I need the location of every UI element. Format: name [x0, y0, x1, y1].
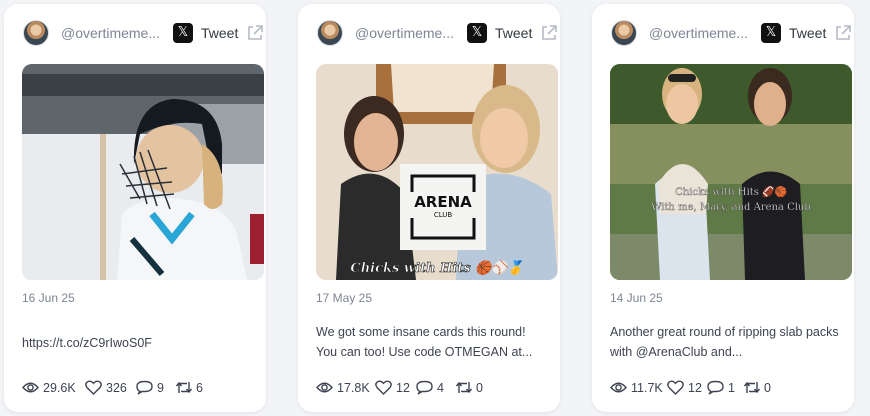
tweet-stats: 29.6K 326 9 6	[22, 379, 262, 397]
tweet-media-image[interactable]	[22, 64, 264, 280]
retweets-count: 0	[764, 381, 771, 395]
external-link-icon	[836, 25, 851, 40]
likes-count: 326	[106, 381, 127, 395]
card-header: @overtimeme... 𝕏 Tweet	[23, 18, 263, 48]
tweet-label: Tweet	[789, 25, 827, 41]
avatar[interactable]	[317, 20, 343, 46]
external-link-icon	[248, 25, 263, 40]
eye-icon	[22, 382, 39, 393]
likes-count: 12	[396, 381, 410, 395]
tweet-label: Tweet	[201, 25, 239, 41]
comment-icon	[136, 380, 153, 395]
likes-stat[interactable]: 12	[667, 379, 703, 397]
tweet-card[interactable]: @overtimeme... 𝕏 Tweet ARENA CLUB Chicks…	[298, 4, 560, 412]
replies-count: 4	[437, 381, 444, 395]
tweet-stats: 11.7K 12 1 0	[610, 379, 850, 397]
views-stat: 17.8K	[316, 379, 371, 397]
eye-icon	[316, 382, 333, 393]
tweet-media-image[interactable]: Chicks with Hits 🏈🏀 With me, Mary, and A…	[610, 64, 852, 280]
x-logo-icon: 𝕏	[761, 23, 781, 43]
x-logo-icon: 𝕏	[173, 23, 193, 43]
retweets-stat[interactable]: 0	[455, 379, 491, 397]
replies-count: 1	[728, 381, 735, 395]
media-caption-line2: With me, Mary, and Arena Club	[651, 202, 811, 213]
card-header: @overtimeme... 𝕏 Tweet	[611, 18, 851, 48]
avatar[interactable]	[23, 20, 49, 46]
media-caption-line1: Chicks with Hits 🏈🏀	[675, 185, 787, 198]
retweets-stat[interactable]: 0	[743, 379, 779, 397]
tweet-stats: 17.8K 12 4 0	[316, 379, 556, 397]
replies-stat[interactable]: 9	[136, 379, 172, 397]
retweet-icon	[175, 381, 193, 394]
replies-stat[interactable]: 1	[707, 379, 737, 397]
x-logo-icon: 𝕏	[467, 23, 487, 43]
external-link-icon	[542, 25, 557, 40]
views-stat: 11.7K	[610, 379, 663, 397]
views-stat: 29.6K	[22, 379, 82, 397]
tweet-date: 16 Jun 25	[22, 291, 75, 305]
likes-stat[interactable]: 12	[375, 379, 411, 397]
likes-count: 12	[688, 381, 702, 395]
tweet-date: 17 May 25	[316, 291, 373, 305]
heart-icon	[375, 380, 392, 395]
comment-icon	[416, 380, 433, 395]
replies-count: 9	[157, 381, 164, 395]
tweet-date: 14 Jun 25	[610, 291, 663, 305]
tweet-link-button[interactable]: 𝕏 Tweet	[467, 21, 557, 45]
replies-stat[interactable]: 4	[416, 379, 450, 397]
views-count: 17.8K	[337, 381, 370, 395]
tweet-card[interactable]: @overtimeme... 𝕏 Tweet 16 Jun 25 https:/…	[4, 4, 266, 412]
tweet-media-image[interactable]: ARENA CLUB Chicks with Hits 🏀⚾🥇	[316, 64, 558, 280]
retweets-count: 0	[476, 381, 483, 395]
likes-stat[interactable]: 326	[85, 379, 130, 397]
eye-icon	[610, 382, 627, 393]
tweet-card[interactable]: @overtimeme... 𝕏 Tweet Chicks with Hits …	[592, 4, 854, 412]
tweet-text[interactable]: We got some insane cards this round! You…	[316, 322, 548, 362]
retweets-count: 6	[196, 381, 203, 395]
author-handle[interactable]: @overtimeme...	[649, 25, 753, 41]
heart-icon	[667, 380, 684, 395]
tweet-link-button[interactable]: 𝕏 Tweet	[173, 21, 263, 45]
arena-logo-subtext: CLUB	[434, 211, 453, 219]
tweet-link-button[interactable]: 𝕏 Tweet	[761, 21, 851, 45]
tweet-text[interactable]: https://t.co/zC9rIwoS0F	[22, 333, 254, 353]
retweet-icon	[455, 381, 473, 394]
tweet-label: Tweet	[495, 25, 533, 41]
author-handle[interactable]: @overtimeme...	[355, 25, 459, 41]
retweet-icon	[743, 381, 761, 394]
views-count: 11.7K	[631, 381, 663, 395]
arena-logo-text: ARENA	[414, 193, 472, 211]
card-header: @overtimeme... 𝕏 Tweet	[317, 18, 557, 48]
views-count: 29.6K	[43, 381, 76, 395]
retweets-stat[interactable]: 6	[175, 379, 215, 397]
media-caption: Chicks with Hits 🏀⚾🥇	[350, 259, 523, 276]
author-handle[interactable]: @overtimeme...	[61, 25, 165, 41]
avatar[interactable]	[611, 20, 637, 46]
comment-icon	[707, 380, 724, 395]
heart-icon	[85, 380, 102, 395]
tweet-text[interactable]: Another great round of ripping slab pack…	[610, 322, 842, 362]
